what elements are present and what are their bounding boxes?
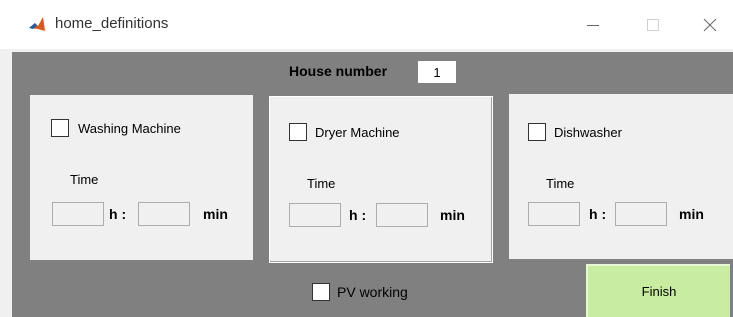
dishwasher-minutes-unit: min <box>679 206 704 222</box>
close-icon <box>703 18 717 31</box>
finish-button[interactable]: Finish <box>586 264 730 317</box>
maximize-icon <box>647 18 659 31</box>
matlab-icon <box>27 14 47 34</box>
minimize-icon <box>587 24 599 26</box>
dryer-machine-time-label: Time <box>307 176 336 191</box>
washing-machine-time-label: Time <box>70 172 99 187</box>
dishwasher-minutes-input[interactable] <box>615 202 667 226</box>
house-number-field[interactable]: 1 <box>418 61 456 83</box>
maximize-button[interactable] <box>630 0 676 49</box>
washing-machine-minutes-unit: min <box>203 206 228 222</box>
washing-machine-hours-unit: h : <box>109 206 127 222</box>
washing-machine-hours-input[interactable] <box>52 202 104 226</box>
washing-machine-label: Washing Machine <box>78 121 181 136</box>
dryer-machine-label: Dryer Machine <box>315 125 400 140</box>
house-number-label: House number <box>289 63 388 79</box>
dishwasher-label: Dishwasher <box>554 125 622 140</box>
dryer-machine-checkbox[interactable] <box>289 123 307 141</box>
washing-machine-minutes-input[interactable] <box>138 202 190 226</box>
dishwasher-hours-input[interactable] <box>528 202 580 226</box>
pv-working-checkbox[interactable] <box>312 283 330 301</box>
close-button[interactable] <box>687 0 733 49</box>
dryer-machine-hours-unit: h : <box>349 207 367 223</box>
dishwasher-time-label: Time <box>546 176 575 191</box>
washing-machine-checkbox[interactable] <box>51 119 69 137</box>
window-title: home_definitions <box>55 15 169 32</box>
dryer-machine-panel: Dryer Machine Time h : min <box>269 96 493 263</box>
minimize-button[interactable] <box>570 0 616 49</box>
dishwasher-checkbox[interactable] <box>528 123 546 141</box>
washing-machine-panel: Washing Machine Time h : min <box>30 95 253 260</box>
dryer-machine-minutes-unit: min <box>440 207 465 223</box>
title-bar: home_definitions <box>0 0 733 49</box>
dryer-machine-hours-input[interactable] <box>289 203 341 227</box>
dishwasher-hours-unit: h : <box>589 206 607 222</box>
dryer-machine-minutes-input[interactable] <box>376 203 428 227</box>
pv-working-label: PV working <box>337 284 408 300</box>
dishwasher-panel: Dishwasher Time h : min <box>509 94 733 259</box>
